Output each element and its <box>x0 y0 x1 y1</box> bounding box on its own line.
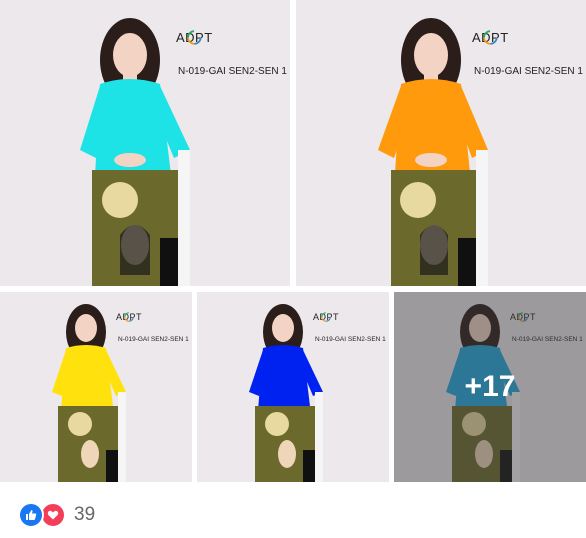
model-image-3 <box>0 292 192 482</box>
product-code: N-019-GAI SEN2-SEN 1 <box>474 66 583 77</box>
brand-logo: ADPT <box>313 312 339 322</box>
product-code: N-019-GAI SEN2-SEN 1 <box>315 336 386 343</box>
reactions-bar[interactable]: 39 <box>18 502 95 528</box>
adpt-logo-icon <box>187 30 202 45</box>
photo-5[interactable]: ADPT N-019-GAI SEN2-SEN 1 +17 <box>394 292 586 482</box>
photo-1[interactable]: ADPT N-019-GAI SEN2-SEN 1 <box>0 0 290 286</box>
adpt-logo-icon <box>124 312 134 322</box>
more-photos-overlay[interactable]: +17 <box>394 292 586 482</box>
photo-4[interactable]: ADPT N-019-GAI SEN2-SEN 1 <box>197 292 389 482</box>
product-code: N-019-GAI SEN2-SEN 1 <box>178 66 287 77</box>
like-icon[interactable] <box>18 502 44 528</box>
adpt-logo-icon <box>483 30 498 45</box>
brand-logo: ADPT <box>176 30 213 45</box>
model-image-2 <box>296 0 586 286</box>
product-code: N-019-GAI SEN2-SEN 1 <box>118 336 189 343</box>
model-image-1 <box>0 0 290 286</box>
brand-logo: ADPT <box>472 30 509 45</box>
model-image-4 <box>197 292 389 482</box>
adpt-logo-icon <box>321 312 331 322</box>
reaction-count[interactable]: 39 <box>74 504 95 526</box>
photo-3[interactable]: ADPT N-019-GAI SEN2-SEN 1 <box>0 292 192 482</box>
photo-2[interactable]: ADPT N-019-GAI SEN2-SEN 1 <box>296 0 586 286</box>
brand-logo: ADPT <box>116 312 142 322</box>
